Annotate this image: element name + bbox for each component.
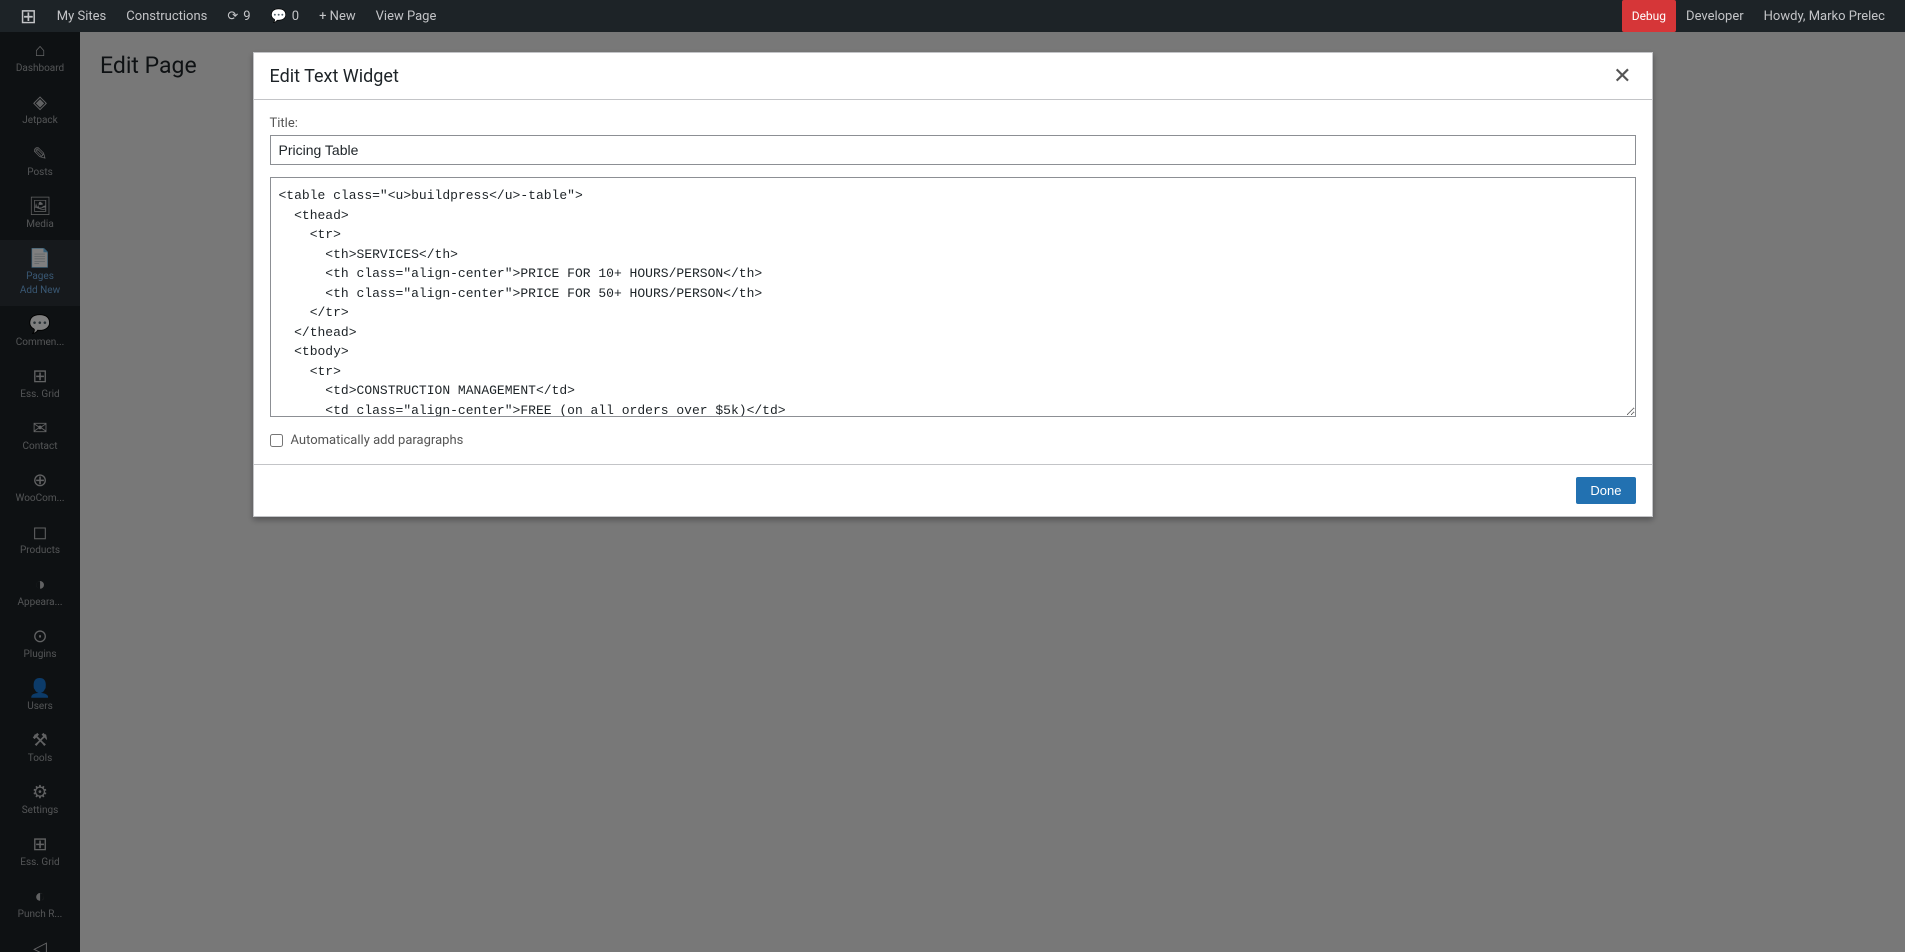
edit-text-widget-modal: Edit Text Widget ✕ Title: <table class="… xyxy=(253,52,1653,517)
constructions-item[interactable]: Constructions xyxy=(116,0,217,32)
comments-item[interactable]: 💬 0 xyxy=(261,0,310,32)
view-page-label: View Page xyxy=(376,9,437,24)
wp-icon: ⊞ xyxy=(20,4,37,28)
admin-bar: ⊞ My Sites Constructions ⟳ 9 💬 0 + New V… xyxy=(0,0,1905,32)
view-page-item[interactable]: View Page xyxy=(366,0,447,32)
code-textarea[interactable]: <table class="<u>buildpress</u>-table"> … xyxy=(270,177,1636,417)
title-label: Title: xyxy=(270,116,1636,131)
debug-label: Debug xyxy=(1632,9,1666,23)
auto-paragraphs-label: Automatically add paragraphs xyxy=(291,433,464,448)
constructions-label: Constructions xyxy=(126,9,207,24)
my-sites-label: My Sites xyxy=(57,9,106,24)
admin-bar-right: Debug Developer Howdy, Marko Prelec xyxy=(1622,0,1895,32)
modal-title: Edit Text Widget xyxy=(270,66,399,87)
updates-item[interactable]: ⟳ 9 xyxy=(217,0,260,32)
new-label: + New xyxy=(319,9,356,24)
auto-paragraphs-checkbox[interactable] xyxy=(270,434,283,447)
title-input[interactable] xyxy=(270,135,1636,165)
howdy-item[interactable]: Howdy, Marko Prelec xyxy=(1754,0,1895,32)
comments-icon: 💬 xyxy=(271,9,287,24)
comments-count: 0 xyxy=(292,9,299,24)
debug-button[interactable]: Debug xyxy=(1622,0,1676,32)
modal-close-button[interactable]: ✕ xyxy=(1609,65,1635,87)
done-button[interactable]: Done xyxy=(1576,477,1635,504)
modal-header: Edit Text Widget ✕ xyxy=(254,53,1652,100)
my-sites-item[interactable]: My Sites xyxy=(47,0,116,32)
developer-item[interactable]: Developer xyxy=(1676,0,1754,32)
howdy-label: Howdy, Marko Prelec xyxy=(1764,9,1885,24)
updates-icon: ⟳ xyxy=(227,9,238,24)
modal-footer: Done xyxy=(254,464,1652,516)
wp-logo-item[interactable]: ⊞ xyxy=(10,0,47,32)
modal-overlay: Edit Text Widget ✕ Title: <table class="… xyxy=(0,32,1905,952)
code-row: <table class="<u>buildpress</u>-table"> … xyxy=(270,177,1636,421)
auto-paragraphs-row: Automatically add paragraphs xyxy=(270,433,1636,448)
developer-label: Developer xyxy=(1686,9,1744,24)
updates-count: 9 xyxy=(243,9,250,24)
new-item[interactable]: + New xyxy=(309,0,366,32)
title-row: Title: xyxy=(270,116,1636,165)
modal-body: Title: <table class="<u>buildpress</u>-t… xyxy=(254,100,1652,464)
